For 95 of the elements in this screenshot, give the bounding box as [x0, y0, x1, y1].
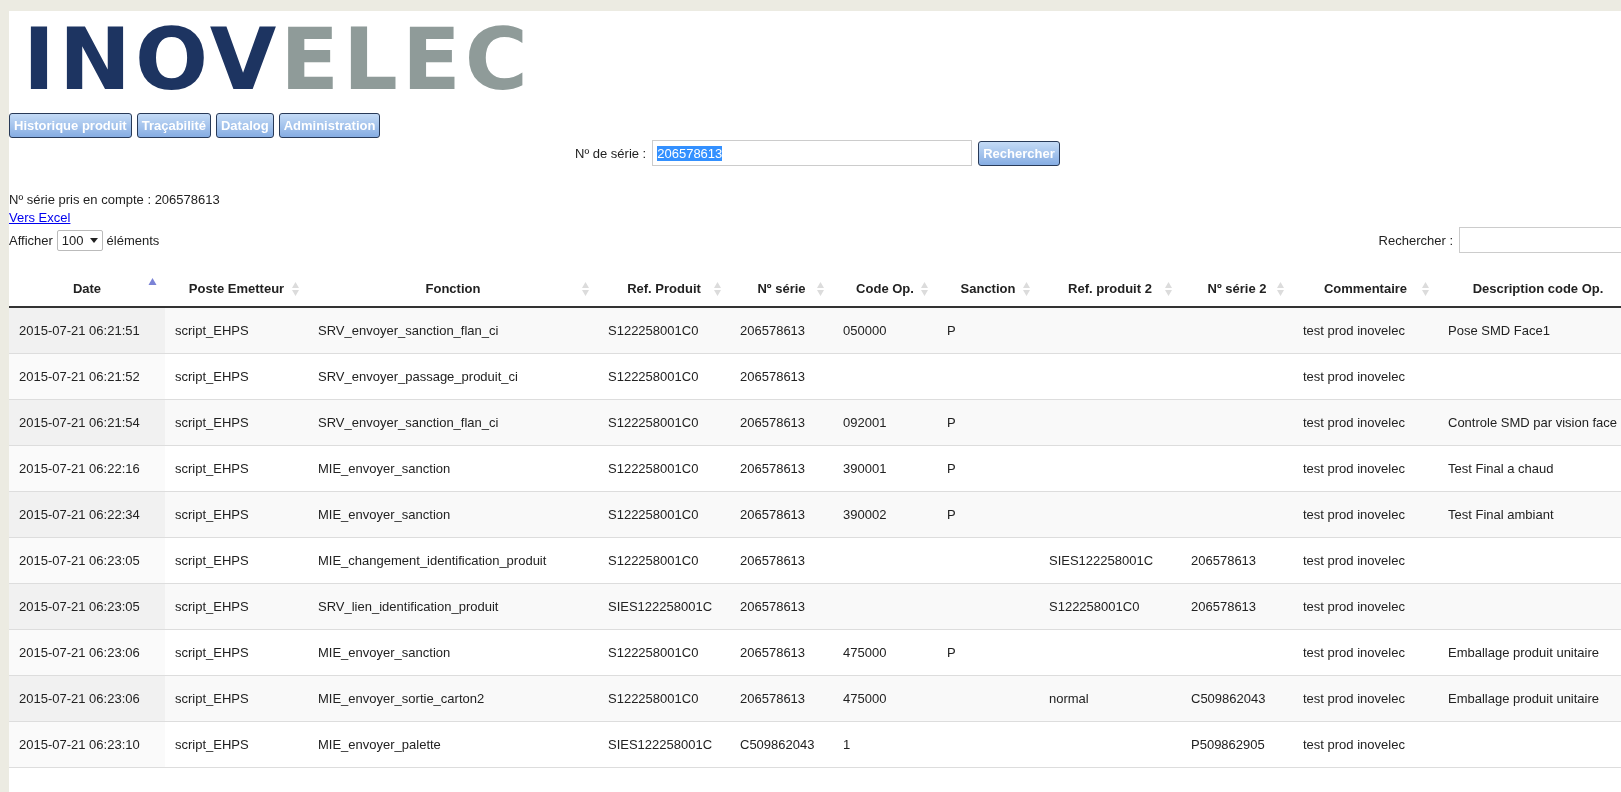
- table-cell: test prod inovelec: [1303, 461, 1405, 476]
- table-cell: script_EHPS: [175, 369, 249, 384]
- table-cell: Emballage produit unitaire: [1448, 691, 1600, 706]
- table-cell: P: [947, 323, 956, 338]
- table-cell: 2015-07-21 06:22:34: [19, 507, 140, 522]
- table-cell: 092001: [843, 415, 887, 430]
- excel-link[interactable]: Vers Excel: [9, 210, 71, 225]
- table-cell: test prod inovelec: [1303, 599, 1405, 614]
- table-cell: S122258001C0: [608, 691, 699, 706]
- table-cell: S122258001C0: [608, 369, 699, 384]
- table-cell: 475000: [843, 645, 887, 660]
- table-cell: script_EHPS: [175, 553, 249, 568]
- table-cell: 475000: [843, 691, 887, 706]
- table-cell: 2015-07-21 06:23:05: [19, 599, 140, 614]
- table-cell: 206578613: [740, 369, 806, 384]
- table-cell: script_EHPS: [175, 599, 249, 614]
- table-cell: SRV_envoyer_sanction_flan_ci: [318, 415, 499, 430]
- table-cell: script_EHPS: [175, 645, 249, 660]
- table-cell: SRV_lien_identification_produit: [318, 599, 499, 614]
- elements-label: éléments: [106, 232, 160, 248]
- show-label: Afficher: [9, 232, 53, 248]
- table-cell: normal: [1049, 691, 1089, 706]
- filter-field[interactable]: [1459, 227, 1621, 253]
- table-cell: 206578613: [740, 507, 806, 522]
- table-cell: 206578613: [1191, 553, 1257, 568]
- table-cell: 206578613: [740, 415, 806, 430]
- table-cell: P: [947, 645, 956, 660]
- table-cell: 206578613: [1191, 599, 1257, 614]
- table-cell: script_EHPS: [175, 461, 249, 476]
- table-cell: SRV_envoyer_sanction_flan_ci: [318, 323, 499, 338]
- logo: INOVELEC: [23, 19, 532, 99]
- table-cell: 206578613: [740, 645, 806, 660]
- table-cell: 2015-07-21 06:22:16: [19, 461, 140, 476]
- table-cell: script_EHPS: [175, 691, 249, 706]
- serial-label: Nº de série :: [575, 145, 647, 161]
- table-cell: 390001: [843, 461, 887, 476]
- table-cell: S122258001C0: [608, 461, 699, 476]
- table-cell: Controle SMD par vision face: [1448, 415, 1618, 430]
- serial-info: Nº série pris en compte : 206578613: [9, 192, 221, 207]
- table-cell: Pose SMD Face1: [1448, 323, 1550, 338]
- table-cell: P: [947, 415, 956, 430]
- table-cell: SIES122258001C: [608, 599, 713, 614]
- table-cell: script_EHPS: [175, 737, 249, 752]
- table-cell: 2015-07-21 06:23:10: [19, 737, 140, 752]
- table-cell: test prod inovelec: [1303, 691, 1405, 706]
- page-length-select[interactable]: 100: [56, 229, 103, 251]
- table-cell: P: [947, 461, 956, 476]
- table-cell: MIE_changement_identification_produit: [318, 553, 547, 568]
- table-cell: 1: [843, 737, 851, 752]
- table-cell: 2015-07-21 06:21:52: [19, 369, 140, 384]
- table-cell: SIES122258001C: [1049, 553, 1154, 568]
- table-cell: MIE_envoyer_sanction: [318, 507, 451, 522]
- table-cell: 390002: [843, 507, 887, 522]
- table-cell: Emballage produit unitaire: [1448, 645, 1600, 660]
- table-cell: S122258001C0: [608, 553, 699, 568]
- table-cell: test prod inovelec: [1303, 415, 1405, 430]
- table-cell: 206578613: [740, 691, 806, 706]
- table-cell: 2015-07-21 06:23:05: [19, 553, 140, 568]
- table-cell: test prod inovelec: [1303, 553, 1405, 568]
- table-cell: SIES122258001C: [608, 737, 713, 752]
- table-cell: 2015-07-21 06:23:06: [19, 691, 140, 706]
- table-cell: test prod inovelec: [1303, 369, 1405, 384]
- table-cell: test prod inovelec: [1303, 645, 1405, 660]
- table-cell: 206578613: [740, 323, 806, 338]
- table-cell: C509862043: [740, 737, 815, 752]
- table-cell: S122258001C0: [608, 645, 699, 660]
- table-cell: S122258001C0: [1049, 599, 1140, 614]
- table-cell: 2015-07-21 06:21:54: [19, 415, 140, 430]
- table-cell: P509862905: [1191, 737, 1265, 752]
- table-cell: test prod inovelec: [1303, 737, 1405, 752]
- table-cell: MIE_envoyer_sortie_carton2: [318, 691, 485, 706]
- table-cell: 050000: [843, 323, 887, 338]
- table-cell: 2015-07-21 06:21:51: [19, 323, 140, 338]
- table-cell: SRV_envoyer_passage_produit_ci: [318, 369, 518, 384]
- table-cell: test prod inovelec: [1303, 507, 1405, 522]
- table-cell: Test Final a chaud: [1448, 461, 1554, 476]
- table-cell: 206578613: [740, 461, 806, 476]
- table-cell: 206578613: [740, 553, 806, 568]
- caret-icon: [89, 237, 98, 243]
- filter-label: Rechercher :: [1378, 232, 1453, 248]
- table-cell: script_EHPS: [175, 507, 249, 522]
- table-cell: P: [947, 507, 956, 522]
- table-cell: S122258001C0: [608, 415, 699, 430]
- table-cell: script_EHPS: [175, 323, 249, 338]
- table-cell: test prod inovelec: [1303, 323, 1405, 338]
- table-cell: S122258001C0: [608, 323, 699, 338]
- table-cell: C509862043: [1191, 691, 1266, 706]
- table-cell: Test Final ambiant: [1448, 507, 1554, 522]
- table-cell: script_EHPS: [175, 415, 249, 430]
- table-cell: 2015-07-21 06:23:06: [19, 645, 140, 660]
- table-cell: 206578613: [740, 599, 806, 614]
- table-cell: MIE_envoyer_sanction: [318, 461, 451, 476]
- table-cell: MIE_envoyer_sanction: [318, 645, 451, 660]
- table-cell: MIE_envoyer_palette: [318, 737, 441, 752]
- table-cell: S122258001C0: [608, 507, 699, 522]
